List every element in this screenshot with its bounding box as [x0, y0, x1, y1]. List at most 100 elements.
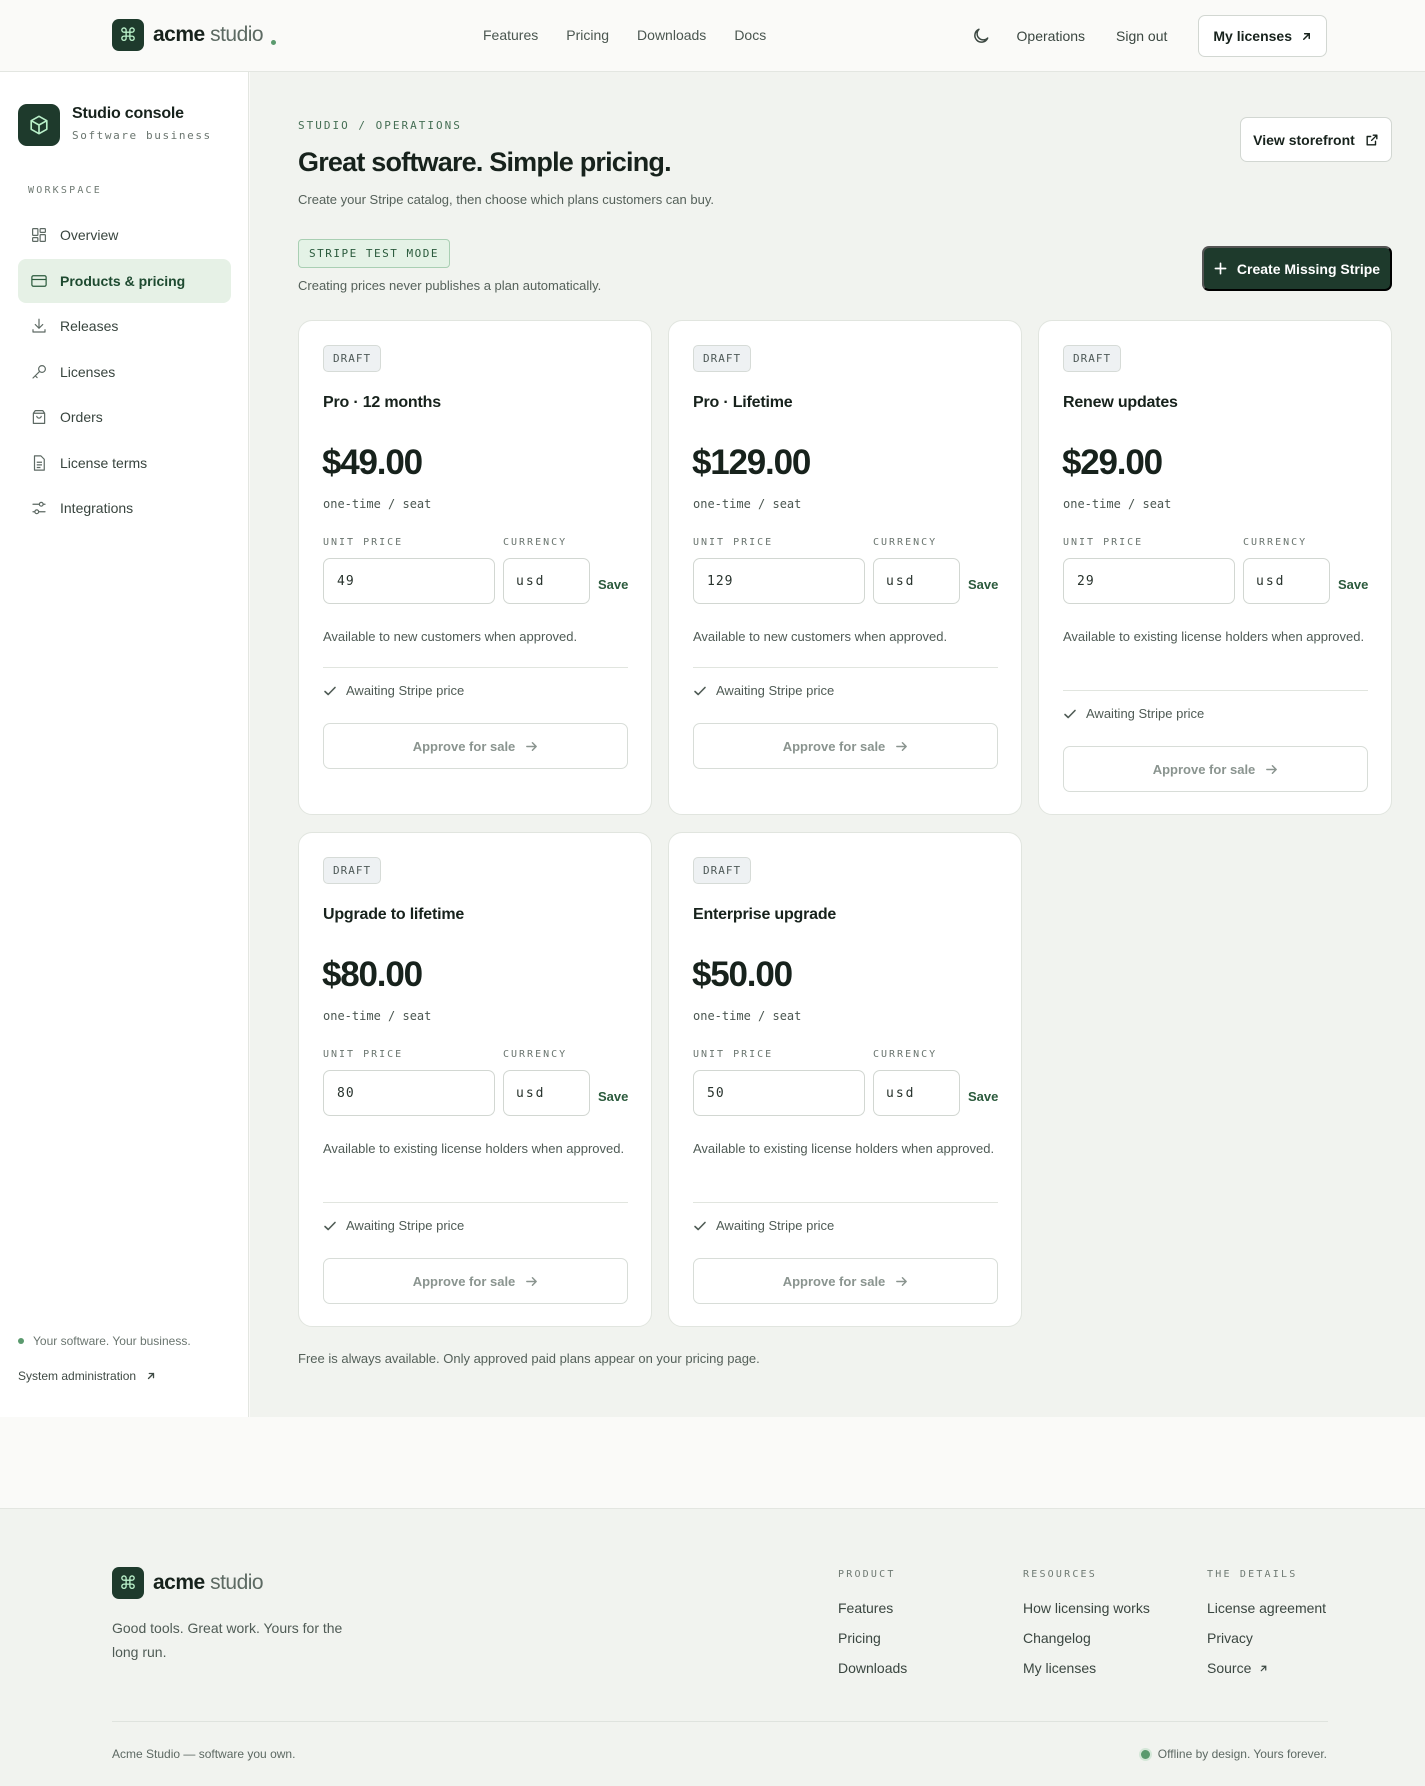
- stripe-test-mode-badge: STRIPE TEST MODE: [298, 239, 450, 268]
- unit-price-input[interactable]: [323, 558, 495, 604]
- moon-icon[interactable]: [971, 26, 991, 46]
- key-icon: [32, 364, 46, 379]
- save-button[interactable]: Save: [598, 1089, 628, 1104]
- currency-input[interactable]: [503, 1070, 590, 1116]
- unit-price-label: UNIT PRICE: [1063, 537, 1144, 548]
- footer-divider: [112, 1721, 1328, 1722]
- sidebar-item-releases[interactable]: Releases: [18, 304, 231, 348]
- draft-badge: DRAFT: [323, 345, 382, 372]
- footer-link-downloads[interactable]: Downloads: [838, 1660, 907, 1676]
- plan-billing: one-time / seat: [323, 1009, 432, 1023]
- plan-billing: one-time / seat: [323, 497, 432, 511]
- system-administration-label: System administration: [18, 1369, 137, 1383]
- plan-card: DRAFT Pro · 12 months $49.00 one-time / …: [298, 320, 652, 815]
- save-button[interactable]: Save: [968, 577, 998, 592]
- footer-column-heading: THE DETAILS: [1207, 1569, 1298, 1580]
- card-divider: [693, 667, 998, 668]
- brand[interactable]: ⌘ acme studio: [112, 19, 277, 51]
- save-button[interactable]: Save: [968, 1089, 998, 1104]
- nav-link-features[interactable]: Features: [483, 27, 538, 43]
- sidebar-item-integrations[interactable]: Integrations: [18, 486, 231, 530]
- footer-tagline: Good tools. Great work. Yours for the lo…: [112, 1620, 343, 1660]
- brand-name: acme studio: [153, 23, 264, 47]
- approve-for-sale-button[interactable]: Approve for sale: [693, 723, 998, 769]
- approve-for-sale-button[interactable]: Approve for sale: [323, 1258, 628, 1304]
- plan-price: $49.00: [322, 443, 423, 482]
- nav-sign-out[interactable]: Sign out: [1116, 28, 1167, 44]
- nav-link-docs[interactable]: Docs: [734, 27, 766, 43]
- currency-input[interactable]: [503, 558, 590, 604]
- footer-column-resources: RESOURCES How licensing works Changelog …: [1023, 1569, 1150, 1690]
- arrow-up-right-icon: [147, 1372, 155, 1380]
- approve-for-sale-button[interactable]: Approve for sale: [323, 723, 628, 769]
- nav-link-pricing[interactable]: Pricing: [566, 27, 609, 43]
- nav-links: Features Pricing Downloads Docs: [483, 27, 766, 43]
- view-storefront-button[interactable]: View storefront: [1240, 117, 1392, 162]
- unit-price-input[interactable]: [1063, 558, 1235, 604]
- document-icon: [33, 454, 45, 471]
- create-missing-stripe-button[interactable]: Create Missing Stripe: [1202, 246, 1392, 291]
- footer-brand[interactable]: ⌘ acme studio: [112, 1567, 264, 1599]
- plan-title: Renew updates: [1063, 394, 1178, 411]
- footer-link-pricing[interactable]: Pricing: [838, 1630, 907, 1646]
- footer-link-license-agreement[interactable]: License agreement: [1207, 1600, 1326, 1616]
- my-licenses-label: My licenses: [1213, 28, 1292, 44]
- workspace-label: WORKSPACE: [28, 185, 102, 196]
- awaiting-label: Awaiting Stripe price: [716, 1218, 835, 1233]
- sidebar-item-overview[interactable]: Overview: [18, 213, 231, 257]
- plan-price: $129.00: [692, 443, 811, 482]
- unit-price-input[interactable]: [693, 1070, 865, 1116]
- plan-card: DRAFT Renew updates $29.00 one-time / se…: [1038, 320, 1392, 815]
- check-icon: [694, 1221, 706, 1230]
- footer-copyright: Acme Studio — software you own.: [112, 1747, 296, 1761]
- brand-light: studio: [210, 23, 264, 46]
- sidebar-item-products-pricing[interactable]: Products & pricing: [18, 258, 231, 303]
- plus-icon: [1214, 262, 1227, 275]
- draft-badge: DRAFT: [693, 857, 752, 884]
- footer-link-source[interactable]: Source: [1207, 1660, 1326, 1676]
- approve-for-sale-button[interactable]: Approve for sale: [693, 1258, 998, 1304]
- approve-label: Approve for sale: [782, 1273, 886, 1289]
- card-divider: [323, 667, 628, 668]
- plan-title: Upgrade to lifetime: [323, 906, 465, 923]
- sidebar-item-label: Overview: [60, 227, 119, 243]
- system-administration-link[interactable]: System administration: [18, 1369, 156, 1383]
- footer: ⌘ acme studio Good tools. Great work. Yo…: [0, 1508, 1425, 1786]
- footer-column-heading: PRODUCT: [838, 1569, 896, 1580]
- footer-status: Offline by design. Yours forever.: [1140, 1747, 1327, 1761]
- awaiting-label: Awaiting Stripe price: [346, 1218, 465, 1233]
- sidebar-tagline-text: Your software. Your business.: [33, 1334, 191, 1348]
- currency-input[interactable]: [873, 1070, 960, 1116]
- save-button[interactable]: Save: [1338, 577, 1368, 592]
- command-icon: ⌘: [112, 1567, 144, 1599]
- footer-link-changelog[interactable]: Changelog: [1023, 1630, 1150, 1646]
- awaiting-label: Awaiting Stripe price: [1086, 706, 1205, 721]
- footer-link-my-licenses[interactable]: My licenses: [1023, 1660, 1150, 1676]
- main-content: STUDIO / OPERATIONS Great software. Simp…: [250, 72, 1425, 1417]
- sidebar-item-license-terms[interactable]: License terms: [18, 441, 231, 485]
- brand-dot: [271, 39, 277, 45]
- footer-link-how-licensing-works[interactable]: How licensing works: [1023, 1600, 1150, 1616]
- footer-link-privacy[interactable]: Privacy: [1207, 1630, 1326, 1646]
- unit-price-input[interactable]: [693, 558, 865, 604]
- currency-input[interactable]: [873, 558, 960, 604]
- save-button[interactable]: Save: [598, 577, 628, 592]
- my-licenses-button[interactable]: My licenses: [1198, 15, 1327, 57]
- approve-for-sale-button[interactable]: Approve for sale: [1063, 746, 1368, 792]
- unit-price-label: UNIT PRICE: [693, 537, 774, 548]
- plan-title: Pro · Lifetime: [693, 394, 793, 411]
- currency-label: CURRENCY: [503, 537, 568, 548]
- sidebar-item-licenses[interactable]: Licenses: [18, 350, 231, 394]
- grid-icon: [32, 228, 46, 242]
- unit-price-input[interactable]: [323, 1070, 495, 1116]
- nav-link-downloads[interactable]: Downloads: [637, 27, 706, 43]
- currency-input[interactable]: [1243, 558, 1330, 604]
- card-divider: [323, 1202, 628, 1203]
- footer-link-features[interactable]: Features: [838, 1600, 907, 1616]
- footer-column-heading: RESOURCES: [1023, 1569, 1097, 1580]
- nav-operations[interactable]: Operations: [1017, 28, 1085, 44]
- approve-label: Approve for sale: [782, 738, 886, 754]
- sidebar: Studio console Software business WORKSPA…: [0, 72, 249, 1417]
- awaiting-label: Awaiting Stripe price: [346, 683, 465, 698]
- sidebar-item-orders[interactable]: Orders: [18, 395, 231, 439]
